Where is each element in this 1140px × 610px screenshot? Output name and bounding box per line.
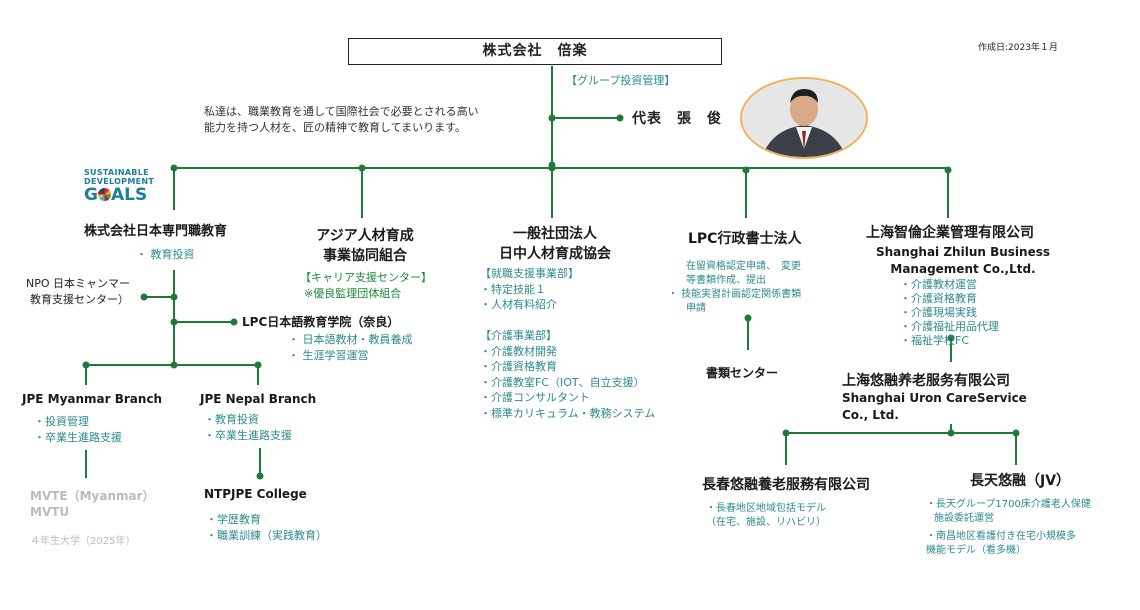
org-lpc-school: LPC日本語教育学院（奈良）: [242, 315, 400, 329]
org-jpe-myanmar: JPE Myanmar Branch: [22, 392, 163, 406]
org-lpc-gyosei-items: 在留資格認定申請、 変更 等書類作成、提出 ・ 技能実習計画認定関係書類 申請: [668, 261, 802, 314]
mission-statement: 私達は、職業教育を通して国際社会で必要とされる高い 能力を持つ人材を、匠の精神で…: [204, 105, 479, 134]
sdg-wheel-icon: [97, 188, 111, 201]
org-mvte: MVTE（Myanmar） MVTU: [30, 489, 155, 519]
created-date: 作成日:2023年１月: [978, 43, 1058, 53]
org-changchun-items: ・長春地区地域包括モデル （在宅、施設、リハビリ）: [706, 503, 826, 528]
company-title: 株式会社 倍楽: [482, 43, 588, 59]
org-shanghai-zhilun-items: ・介護教材運営 ・介護資格教育 ・介護現場実践 ・介護福祉用品代理 ・福祉学校F…: [900, 278, 999, 347]
org-lpc-school-items: ・ 日本語教材・教員養成 ・ 生涯学習運営: [288, 333, 413, 362]
org-ippan: 一般社団法人 日中人材育成協会: [499, 226, 611, 262]
org-shanghai-uron-en: Shanghai Uron CareService Co., Ltd.: [842, 391, 1027, 422]
org-shanghai-zhilun-cn: 上海智倫企業管理有限公司: [866, 225, 1034, 241]
representative-photo: [740, 77, 868, 159]
org-asia: アジア人材育成 事業協同組合: [316, 228, 414, 264]
sdg-logo: SUSTAINABLE DEVELOPMENT G ALS: [84, 168, 155, 205]
org-changtian: 長天悠融（JV）: [970, 473, 1071, 489]
org-changtian-items: ・長天グループ1700床介護老人保健 施設委託運営 ・南昌地区看護付き在宅小規模…: [926, 499, 1091, 556]
org-nihon: 株式会社日本専門職教育: [84, 224, 228, 239]
company-title-box: 株式会社 倍楽: [348, 38, 722, 65]
org-ntpjpe-items: ・学歴教育 ・職業訓練（実践教育）: [206, 513, 327, 542]
org-shanghai-uron-cn: 上海悠融养老服务有限公司: [842, 373, 1010, 389]
org-shanghai-zhilun-en: Shanghai Zhilun Business Management Co.,…: [876, 245, 1050, 276]
org-ippan-items: 【就職支援事業部】 ・特定技能１ ・人材有料紹介 【介護事業部】 ・介護教材開発…: [480, 267, 656, 420]
representative-name: 代表 張 俊: [632, 111, 722, 127]
org-asia-items: 【キャリア支援センター】 ※優良監理団体組合: [300, 271, 432, 300]
org-mvte-note: ４年生大学（2025年）: [30, 536, 136, 547]
org-lpc-gyosei: LPC行政書士法人: [688, 231, 802, 247]
org-jpe-myanmar-items: ・投資管理 ・卒業生進路支援: [34, 415, 122, 444]
org-jpe-nepal: JPE Nepal Branch: [200, 392, 317, 406]
group-mgmt-label: 【グループ投資管理】: [566, 74, 676, 87]
org-shorui: 書類センター: [706, 366, 779, 380]
org-jpe-nepal-items: ・教育投資 ・卒業生進路支援: [204, 413, 292, 442]
org-changchun: 長春悠融養老服務有限公司: [702, 477, 870, 493]
org-npo: NPO 日本ミャンマー 教育支援センター）: [26, 277, 131, 306]
org-nihon-item: ・ 教育投資: [136, 248, 195, 261]
org-ntpjpe: NTPJPE College: [204, 487, 307, 501]
